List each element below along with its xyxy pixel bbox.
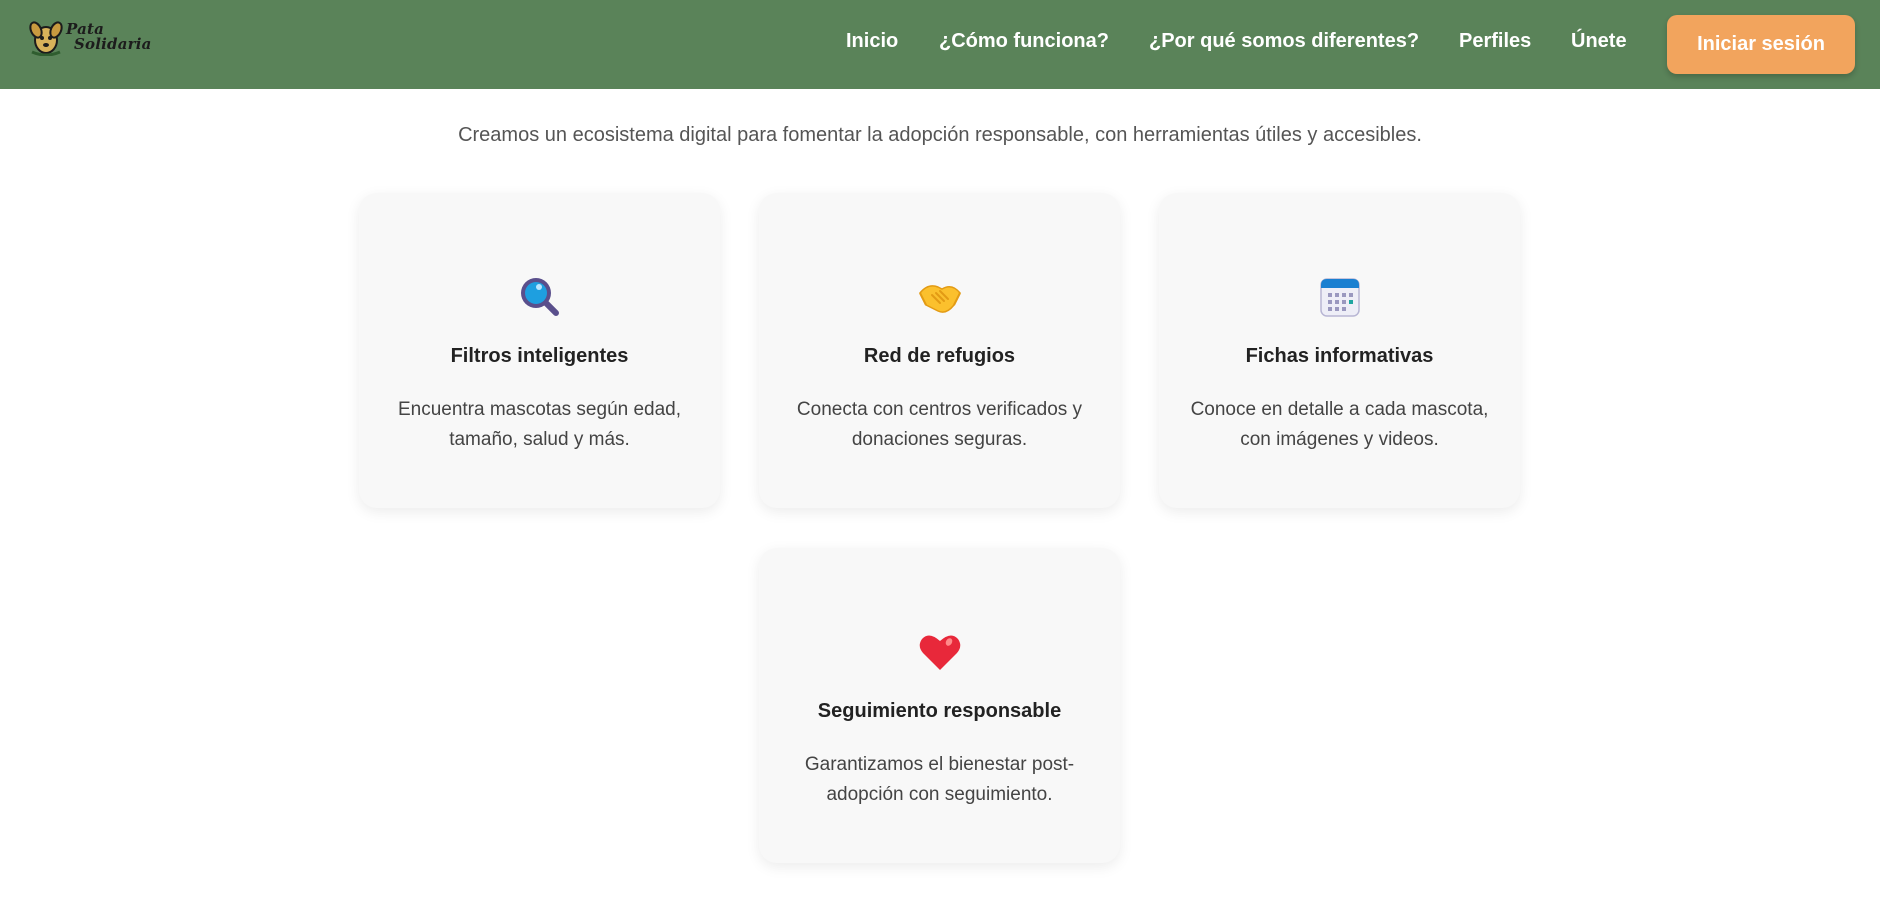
feature-description: Conecta con centros verificados y donaci… — [796, 399, 1083, 450]
navbar: Pata Solidaria Inicio ¿Cómo funciona? ¿P… — [0, 0, 1880, 89]
calendar-icon — [1159, 273, 1520, 321]
feature-title: Filtros inteligentes — [450, 345, 629, 367]
nav-link-inicio[interactable]: Inicio — [846, 28, 898, 54]
nav-link-como-funciona[interactable]: ¿Cómo funciona? — [939, 28, 1109, 54]
nav-link-por-que-somos-diferentes[interactable]: ¿Por qué somos diferentes? — [1149, 28, 1419, 54]
main-nav: Inicio ¿Cómo funciona? ¿Por qué somos di… — [0, 0, 1880, 89]
magnifying-glass-icon — [359, 273, 720, 321]
feature-description: Conoce en detalle a cada mascota, con im… — [1190, 399, 1489, 450]
nav-link-unete[interactable]: Únete — [1571, 28, 1627, 54]
feature-card-filtros: Filtros inteligentes Encuentra mascotas … — [359, 193, 720, 508]
handshake-icon — [759, 273, 1120, 321]
feature-description: Encuentra mascotas según edad, tamaño, s… — [397, 399, 682, 450]
heart-icon — [759, 628, 1120, 676]
feature-card-fichas: Fichas informativas Conoce en detalle a … — [1159, 193, 1520, 508]
feature-card-refugios: Red de refugios Conecta con centros veri… — [759, 193, 1120, 508]
feature-description: Garantizamos el bienestar post-adopción … — [804, 754, 1075, 805]
feature-card-seguimiento: Seguimiento responsable Garantizamos el … — [759, 548, 1120, 863]
nav-link-perfiles[interactable]: Perfiles — [1459, 28, 1531, 54]
feature-title: Seguimiento responsable — [817, 700, 1062, 722]
feature-title: Red de refugios — [863, 345, 1016, 367]
login-button[interactable]: Iniciar sesión — [1667, 15, 1855, 74]
intro-text: Creamos un ecosistema digital para fomen… — [458, 124, 1422, 146]
feature-title: Fichas informativas — [1245, 345, 1434, 367]
